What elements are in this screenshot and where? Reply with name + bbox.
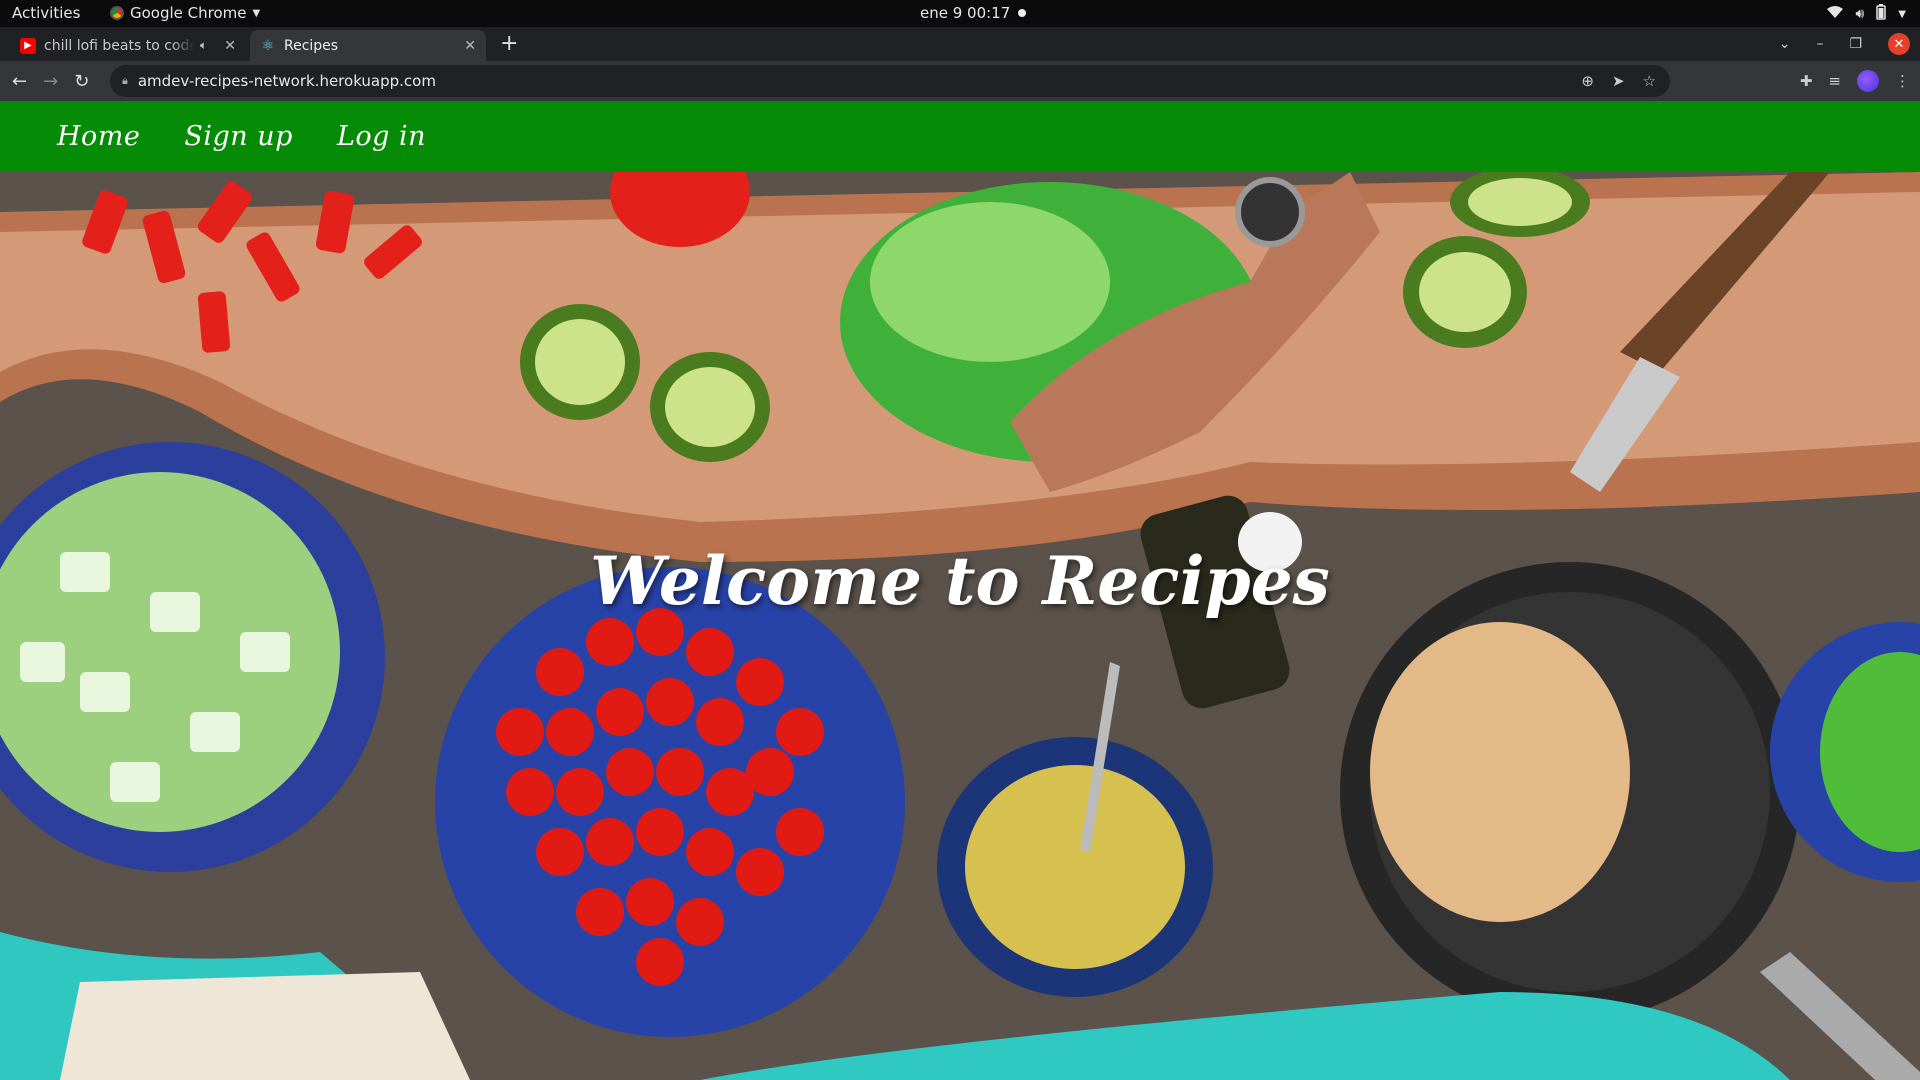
browser-toolbar: ← → ↻ 🔒︎ amdev-recipes-network.herokuapp… <box>0 61 1920 101</box>
zoom-icon[interactable]: ⊕ <box>1581 72 1594 90</box>
profile-avatar[interactable] <box>1857 70 1879 92</box>
caret-down-icon: ▼ <box>1898 8 1906 20</box>
react-icon: ⚛ <box>261 37 275 54</box>
tab-title: chill lofi beats to code <box>44 37 194 54</box>
close-tab-icon[interactable]: ✕ <box>224 38 236 54</box>
url-text[interactable]: amdev-recipes-network.herokuapp.com <box>138 72 436 90</box>
omnibox-actions: ⊕ ➤ ☆ <box>1581 72 1656 90</box>
tab-search-icon[interactable]: ⌄ <box>1779 36 1791 52</box>
nav-buttons: ← → ↻ <box>0 71 110 92</box>
tab-youtube[interactable]: ▶ chill lofi beats to code 🔈︎ ✕ <box>10 30 246 61</box>
notification-dot-icon <box>1018 9 1027 17</box>
hero-title: Welcome to Recipes <box>590 542 1330 620</box>
hero-food-image <box>0 172 1920 1080</box>
extensions-area: ✚ ≡ ⋮ <box>1800 70 1910 92</box>
address-bar[interactable]: 🔒︎ amdev-recipes-network.herokuapp.com ⊕… <box>110 65 1670 97</box>
close-tab-icon[interactable]: ✕ <box>464 38 476 54</box>
nav-login-link[interactable]: Log in <box>337 121 426 152</box>
volume-icon: 🔊︎ <box>1855 6 1865 22</box>
reading-list-icon[interactable]: ≡ <box>1828 72 1841 90</box>
system-top-bar: Activities Google Chrome ▼ ene 9 00:17 🔊… <box>0 0 1920 27</box>
minimize-button[interactable]: – <box>1816 36 1823 52</box>
chrome-icon <box>110 6 124 20</box>
restore-button[interactable]: ❐ <box>1849 36 1862 52</box>
nav-home-link[interactable]: Home <box>57 121 140 152</box>
clock-text: ene 9 00:17 <box>920 4 1011 22</box>
page-viewport: Home Sign up Log in Welcome to Recipes <box>0 101 1920 1080</box>
speaker-icon[interactable]: 🔈︎ <box>200 38 207 53</box>
nav-signup-link[interactable]: Sign up <box>184 121 293 152</box>
tab-recipes[interactable]: ⚛ Recipes ✕ <box>250 30 486 61</box>
lock-icon[interactable]: 🔒︎ <box>122 74 128 88</box>
new-tab-button[interactable]: + <box>500 31 518 56</box>
tab-strip: ▶ chill lofi beats to code 🔈︎ ✕ ⚛ Recipe… <box>0 27 1920 61</box>
close-window-button[interactable]: ✕ <box>1888 33 1910 55</box>
site-navbar: Home Sign up Log in <box>0 101 1920 172</box>
activities-button[interactable]: Activities <box>12 4 80 22</box>
app-menu-label: Google Chrome <box>130 4 247 22</box>
window-controls: ⌄ – ❐ ✕ <box>1779 33 1910 55</box>
reload-icon[interactable]: ↻ <box>74 71 89 92</box>
youtube-icon: ▶ <box>20 37 36 54</box>
tab-title: Recipes <box>284 37 339 54</box>
system-tray[interactable]: 🔊︎ ▼ <box>1827 4 1906 24</box>
menu-kebab-icon[interactable]: ⋮ <box>1895 72 1910 90</box>
extensions-icon[interactable]: ✚ <box>1800 72 1813 90</box>
hero-banner: Welcome to Recipes <box>0 172 1920 1080</box>
caret-down-icon: ▼ <box>252 7 261 19</box>
battery-icon <box>1876 4 1887 24</box>
back-icon[interactable]: ← <box>12 71 27 92</box>
clock[interactable]: ene 9 00:17 <box>920 4 1027 22</box>
app-menu[interactable]: Google Chrome ▼ <box>110 4 260 22</box>
bookmark-star-icon[interactable]: ☆ <box>1643 72 1656 90</box>
forward-icon[interactable]: → <box>43 71 58 92</box>
send-icon[interactable]: ➤ <box>1612 72 1625 90</box>
wifi-icon <box>1827 5 1844 23</box>
